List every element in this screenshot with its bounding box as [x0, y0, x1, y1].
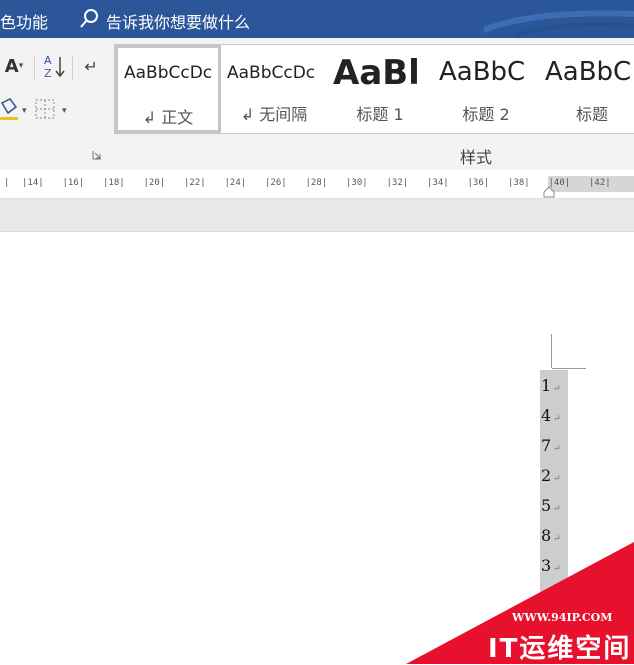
margin-corner-mark	[552, 368, 586, 369]
indent-marker-icon[interactable]	[543, 186, 555, 198]
ruler-tick-label: |22|	[184, 178, 206, 188]
watermark-name: IT运维空间	[488, 634, 632, 664]
ruler-tick-label: |20|	[143, 178, 166, 188]
document-line[interactable]: 1 ↵	[541, 376, 561, 395]
style-normal[interactable]: AaBbCcDc ↲ 正文	[115, 45, 221, 133]
ruler-tick-label: |38|	[508, 178, 530, 188]
line-text: 2	[541, 466, 552, 485]
paragraph-mark-icon: ↵	[553, 384, 561, 394]
paint-bucket-icon: ▾	[0, 98, 27, 120]
horizontal-ruler[interactable]: | |14| |16| |18| |20| |22| |24| |26| |28| |30| |3…	[0, 170, 634, 199]
paragraph-mark-icon: ↵	[84, 56, 98, 76]
paragraph-mark-icon: ↵	[553, 414, 561, 424]
svg-text:Z: Z	[44, 67, 52, 79]
style-name: 标题 2	[462, 105, 510, 124]
paragraph-group: A ▾ A Z ↵ ▾ ▾	[0, 38, 108, 170]
styles-gallery[interactable]: AaBbCcDc ↲ 正文 AaBbCcDc ↲ 无间隔 AaBl 标题 1 A…	[114, 44, 634, 134]
ruler-tick-label: |18|	[103, 178, 125, 188]
tell-me-input[interactable]: 告诉我你想要做什么	[106, 9, 250, 33]
ruler-tick-label: |16|	[62, 178, 85, 188]
style-name: 标题	[575, 105, 608, 124]
document-line[interactable]: 2 ↵	[541, 466, 561, 485]
separator	[34, 56, 35, 80]
ruler-tick-label: |28|	[305, 178, 328, 188]
show-marks-button[interactable]: ↵	[78, 54, 104, 78]
tab-label-fragment[interactable]: 色功能	[0, 9, 48, 33]
borders-button[interactable]: ▾	[34, 96, 72, 122]
style-name: ↲ 正文	[142, 108, 194, 127]
style-no-spacing[interactable]: AaBbCcDc ↲ 无间隔	[221, 45, 327, 133]
sort-icon: A Z	[44, 54, 65, 79]
ruler-tick-label: |42|	[589, 178, 611, 188]
ruler-tick-label: |34|	[427, 178, 449, 188]
style-heading-1[interactable]: AaBl 标题 1	[327, 45, 433, 133]
ruler-tick-label: |36|	[467, 178, 490, 188]
ribbon: A ▾ A Z ↵ ▾ ▾ AaBbCcDc ↲ 正文 AaBbCcDc ↲ 无…	[0, 38, 634, 171]
svg-text:▾: ▾	[62, 106, 67, 116]
title-bar: 色功能 告诉我你想要做什么	[0, 0, 634, 38]
ruler-underbar	[0, 199, 634, 232]
style-sample: AaBl	[333, 53, 420, 93]
ruler-tick-mark: |	[4, 178, 10, 188]
font-size-icon: A	[4, 55, 19, 77]
style-heading-2[interactable]: AaBbC 标题 2	[433, 45, 539, 133]
line-text: 1	[541, 376, 552, 395]
shading-button[interactable]: ▾	[0, 96, 30, 122]
document-line[interactable]: 5 ↵	[541, 496, 561, 515]
grow-font-button[interactable]: A ▾	[0, 54, 28, 78]
paragraph-mark-icon: ↵	[553, 504, 561, 514]
titlebar-decoration	[482, 10, 634, 38]
style-sample: AaBbC	[545, 57, 632, 87]
paragraph-mark-icon: ↵	[553, 444, 561, 454]
borders-icon: ▾	[35, 99, 67, 119]
watermark-url: WWW.94IP.COM	[512, 611, 613, 624]
style-sample: AaBbCcDc	[227, 63, 316, 83]
document-line[interactable]: 4 ↵	[541, 406, 561, 425]
style-name: 标题 1	[356, 105, 404, 124]
line-text: 5	[541, 496, 552, 515]
style-title[interactable]: AaBbC 标题	[539, 45, 634, 133]
margin-corner-mark	[551, 334, 552, 368]
sort-button[interactable]: A Z	[40, 52, 68, 80]
svg-text:▾: ▾	[22, 106, 27, 116]
separator	[72, 56, 73, 80]
style-sample: AaBbC	[439, 57, 526, 87]
ruler-tick-label: |26|	[265, 178, 287, 188]
paragraph-mark-icon: ↵	[553, 474, 561, 484]
ruler-tick-label: |32|	[386, 178, 409, 188]
style-sample: AaBbCcDc	[124, 63, 213, 83]
ruler-tick-label: |24|	[224, 178, 247, 188]
search-icon[interactable]	[78, 8, 100, 30]
svg-text:A: A	[44, 54, 52, 67]
ruler-tick-label: |14|	[22, 178, 44, 188]
styles-group-label: 样式	[460, 148, 493, 167]
line-text: 7	[541, 436, 552, 455]
document-line[interactable]: 7 ↵	[541, 436, 561, 455]
style-name: ↲ 无间隔	[240, 105, 308, 124]
line-text: 4	[541, 406, 552, 425]
dialog-launcher-icon[interactable]	[92, 150, 102, 160]
ruler-tick-label: |30|	[346, 178, 368, 188]
